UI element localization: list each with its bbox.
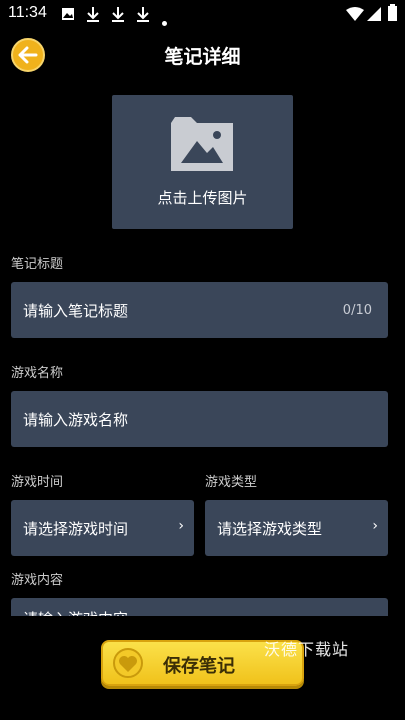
note-title-input[interactable]: 请输入笔记标题 0/10 — [11, 282, 388, 338]
image-icon — [171, 117, 233, 171]
download-icon — [86, 6, 100, 26]
header: 笔记详细 — [0, 28, 405, 82]
status-bar: 11:34 — [0, 0, 405, 28]
game-name-label: 游戏名称 — [11, 366, 64, 381]
game-name-placeholder: 请输入游戏名称 — [23, 411, 129, 429]
page-title: 笔记详细 — [164, 46, 241, 68]
game-type-select[interactable]: 请选择游戏类型 › — [205, 500, 388, 556]
battery-icon — [388, 4, 397, 25]
status-time: 11:34 — [8, 4, 47, 21]
gallery-icon — [61, 6, 75, 25]
upload-label: 点击上传图片 — [157, 189, 248, 207]
bottom-bar: 保存笔记 沃德下载站 — [0, 616, 405, 720]
note-title-label: 笔记标题 — [11, 257, 64, 272]
game-time-label: 游戏时间 — [11, 475, 64, 490]
game-type-placeholder: 请选择游戏类型 — [217, 520, 323, 538]
game-content-label: 游戏内容 — [11, 573, 64, 588]
chevron-right-icon: › — [178, 518, 184, 534]
watermark: 沃德下载站 — [264, 640, 350, 659]
game-type-label: 游戏类型 — [205, 475, 258, 490]
wifi-icon — [346, 6, 364, 25]
game-name-input[interactable]: 请输入游戏名称 — [11, 391, 388, 447]
download-icon — [111, 6, 125, 26]
game-time-placeholder: 请选择游戏时间 — [23, 520, 129, 538]
signal-icon — [367, 6, 381, 25]
note-title-counter: 0/10 — [342, 303, 372, 318]
game-time-select[interactable]: 请选择游戏时间 › — [11, 500, 194, 556]
upload-image-button[interactable]: 点击上传图片 — [112, 95, 293, 229]
download-icon — [136, 6, 150, 26]
chevron-right-icon: › — [372, 518, 378, 534]
note-title-placeholder: 请输入笔记标题 — [23, 302, 129, 320]
heart-icon — [113, 648, 143, 678]
save-label: 保存笔记 — [163, 656, 235, 677]
